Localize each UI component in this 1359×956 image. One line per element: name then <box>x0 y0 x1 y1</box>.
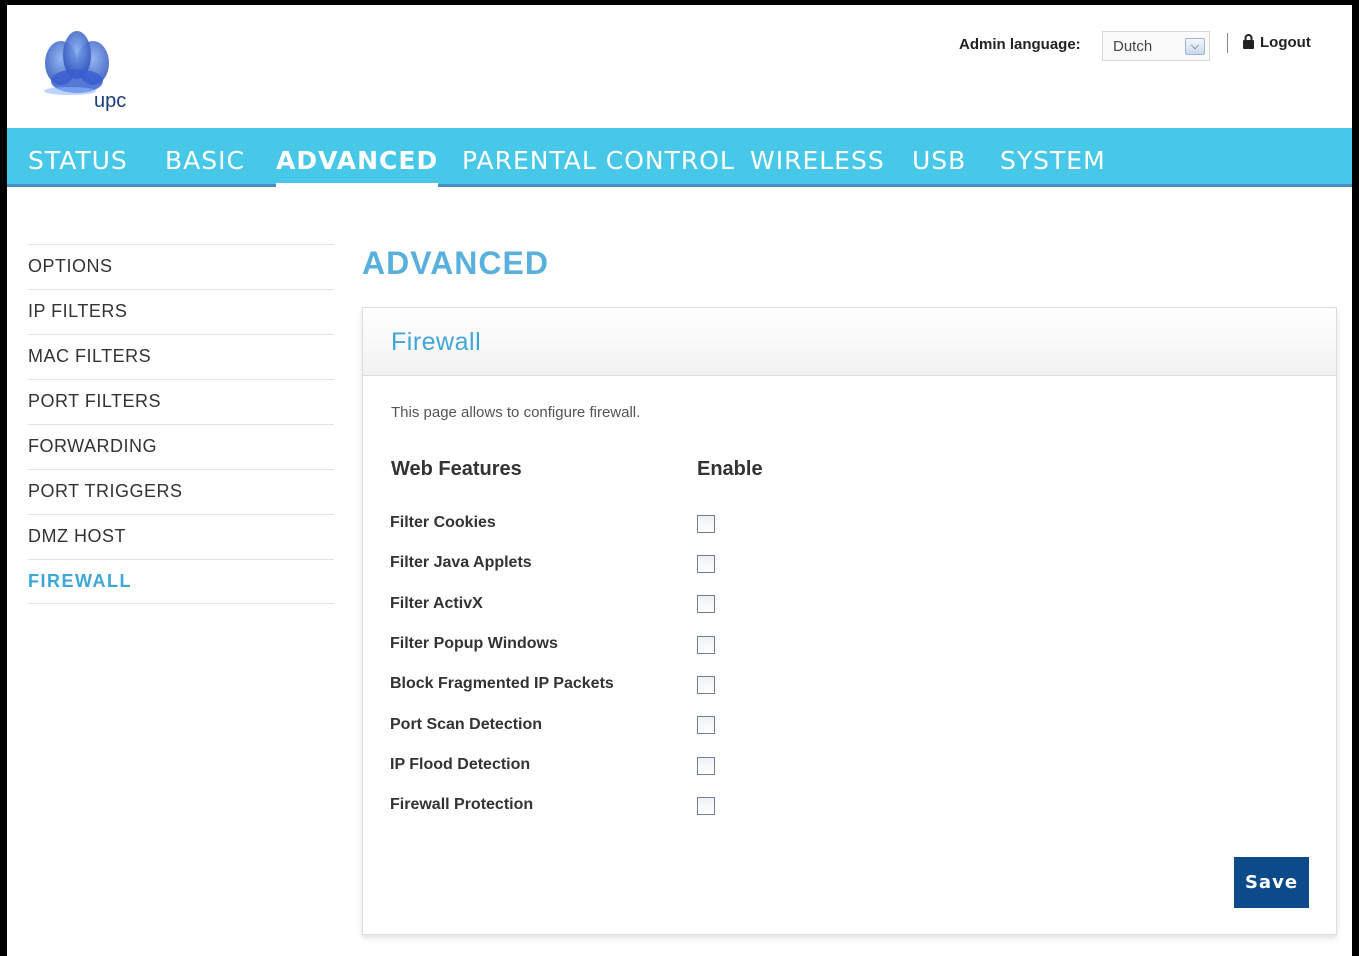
nav-item-usb[interactable]: USB <box>912 146 966 175</box>
admin-language-label: Admin language: <box>959 36 1081 53</box>
port-scan-detection-label: Port Scan Detection <box>390 716 543 733</box>
firewall-protection-checkbox[interactable] <box>697 797 715 815</box>
nav-item-status[interactable]: STATUS <box>28 146 128 175</box>
sidebar-item-port-triggers[interactable]: PORT TRIGGERS <box>28 469 334 514</box>
sidebar-item-firewall[interactable]: FIREWALL <box>28 559 334 604</box>
panel-title: Firewall <box>391 328 482 356</box>
nav-item-basic[interactable]: BASIC <box>165 146 245 175</box>
header: upc Admin language: Dutch ⌵ Logout <box>7 5 1352 128</box>
sidebar-item-port-filters[interactable]: PORT FILTERS <box>28 379 334 424</box>
filter-popup-windows-checkbox[interactable] <box>697 636 715 654</box>
column-header-enable: Enable <box>697 458 763 480</box>
page-description: This page allows to configure firewall. <box>391 404 641 421</box>
lock-icon <box>1243 34 1254 49</box>
ip-flood-detection-checkbox[interactable] <box>697 757 715 775</box>
sidebar-item-dmz-host[interactable]: DMZ HOST <box>28 514 334 559</box>
save-button[interactable]: Save <box>1234 857 1309 908</box>
logo-text: upc <box>94 90 127 112</box>
firewall-protection-label: Firewall Protection <box>390 796 534 813</box>
filter-cookies-label: Filter Cookies <box>390 514 496 531</box>
admin-language-value: Dutch <box>1113 38 1153 55</box>
sidebar-item-mac-filters[interactable]: MAC FILTERS <box>28 334 334 379</box>
logout-label: Logout <box>1260 34 1311 51</box>
chevron-down-icon[interactable]: ⌵ <box>1185 38 1205 55</box>
page-title: ADVANCED <box>362 245 549 281</box>
panel-header: Firewall <box>363 308 1336 376</box>
filter-activx-checkbox[interactable] <box>697 595 715 613</box>
nav-item-system[interactable]: SYSTEM <box>1000 146 1106 175</box>
filter-java-applets-checkbox[interactable] <box>697 555 715 573</box>
sidebar-item-options[interactable]: OPTIONS <box>28 244 334 289</box>
block-fragmented-ip-packets-checkbox[interactable] <box>697 676 715 694</box>
nav-item-parental-control[interactable]: PARENTAL CONTROL <box>462 146 735 175</box>
block-fragmented-ip-packets-label: Block Fragmented IP Packets <box>390 675 614 692</box>
filter-activx-label: Filter ActivX <box>390 595 483 612</box>
admin-language-select[interactable]: Dutch ⌵ <box>1102 31 1210 61</box>
port-scan-detection-checkbox[interactable] <box>697 716 715 734</box>
nav-item-advanced[interactable]: ADVANCED <box>276 146 439 187</box>
nav-item-wireless[interactable]: WIRELESS <box>750 146 885 175</box>
filter-cookies-checkbox[interactable] <box>697 515 715 533</box>
main-nav: STATUS BASIC ADVANCED PARENTAL CONTROL W… <box>7 128 1352 187</box>
sidebar-item-forwarding[interactable]: FORWARDING <box>28 424 334 469</box>
sidebar: OPTIONS IP FILTERS MAC FILTERS PORT FILT… <box>28 244 334 604</box>
sidebar-item-ip-filters[interactable]: IP FILTERS <box>28 289 334 334</box>
filter-java-applets-label: Filter Java Applets <box>390 554 532 571</box>
logout-link[interactable]: Logout <box>1243 34 1311 51</box>
ip-flood-detection-label: IP Flood Detection <box>390 756 531 773</box>
filter-popup-windows-label: Filter Popup Windows <box>390 635 558 652</box>
header-divider <box>1227 33 1228 53</box>
column-header-web-features: Web Features <box>391 458 522 480</box>
firewall-panel: Firewall This page allows to configure f… <box>362 307 1337 935</box>
